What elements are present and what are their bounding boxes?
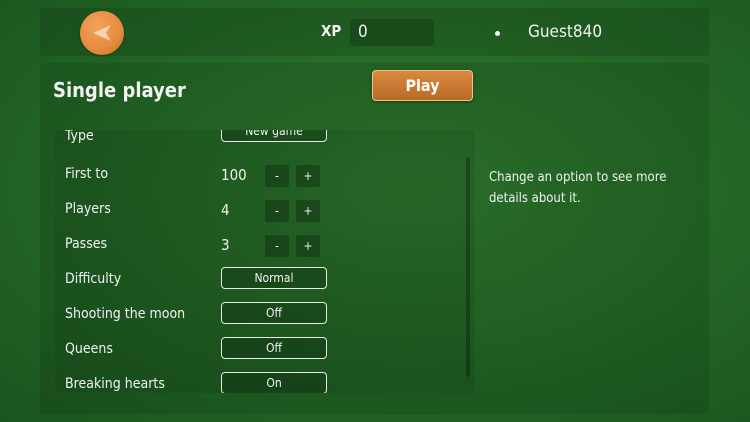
option-row-queens: Queens Off	[55, 333, 465, 368]
option-label: Breaking hearts	[65, 376, 165, 392]
players-decrement-button[interactable]: -	[265, 200, 289, 222]
difficulty-selector[interactable]: Normal	[221, 267, 327, 289]
players-increment-button[interactable]: +	[296, 200, 320, 222]
option-row-breaking-hearts: Breaking hearts On	[55, 368, 465, 393]
option-label: Queens	[65, 341, 113, 357]
options-scrollbar[interactable]	[466, 157, 470, 377]
type-selector[interactable]: New game	[221, 130, 327, 142]
passes-value: 3	[221, 236, 230, 254]
option-label: Players	[65, 201, 111, 217]
option-label: Shooting the moon	[65, 306, 186, 322]
option-row-first-to: First to 100 - +	[55, 158, 465, 193]
option-row-type: Type New game	[55, 130, 465, 159]
passes-decrement-button[interactable]: -	[265, 235, 289, 257]
username: Guest840	[528, 22, 603, 42]
option-row-shooting-the-moon: Shooting the moon Off	[55, 298, 465, 333]
option-label: Difficulty	[65, 271, 122, 287]
back-arrow-icon	[93, 25, 111, 41]
queens-toggle[interactable]: Off	[221, 337, 327, 359]
first-to-value: 100	[221, 166, 247, 184]
first-to-decrement-button[interactable]: -	[265, 165, 289, 187]
passes-increment-button[interactable]: +	[296, 235, 320, 257]
shooting-the-moon-toggle[interactable]: Off	[221, 302, 327, 324]
players-value: 4	[221, 201, 230, 219]
option-row-players: Players 4 - +	[55, 193, 465, 228]
xp-label: XP	[321, 22, 342, 40]
option-help-text: Change an option to see more details abo…	[489, 170, 667, 206]
separator-dot	[495, 31, 500, 36]
play-button[interactable]: Play	[372, 70, 473, 101]
options-list[interactable]: Type New game First to 100 - + Players 4…	[55, 130, 475, 393]
option-label: First to	[65, 166, 109, 182]
option-row-difficulty: Difficulty Normal	[55, 263, 465, 298]
breaking-hearts-toggle[interactable]: On	[221, 372, 327, 393]
xp-value: 0	[358, 22, 368, 42]
back-button[interactable]	[80, 11, 124, 55]
option-row-passes: Passes 3 - +	[55, 228, 465, 263]
page-title: Single player	[53, 78, 186, 102]
first-to-increment-button[interactable]: +	[296, 165, 320, 187]
option-label: Passes	[65, 236, 108, 252]
option-label: Type	[65, 130, 94, 144]
